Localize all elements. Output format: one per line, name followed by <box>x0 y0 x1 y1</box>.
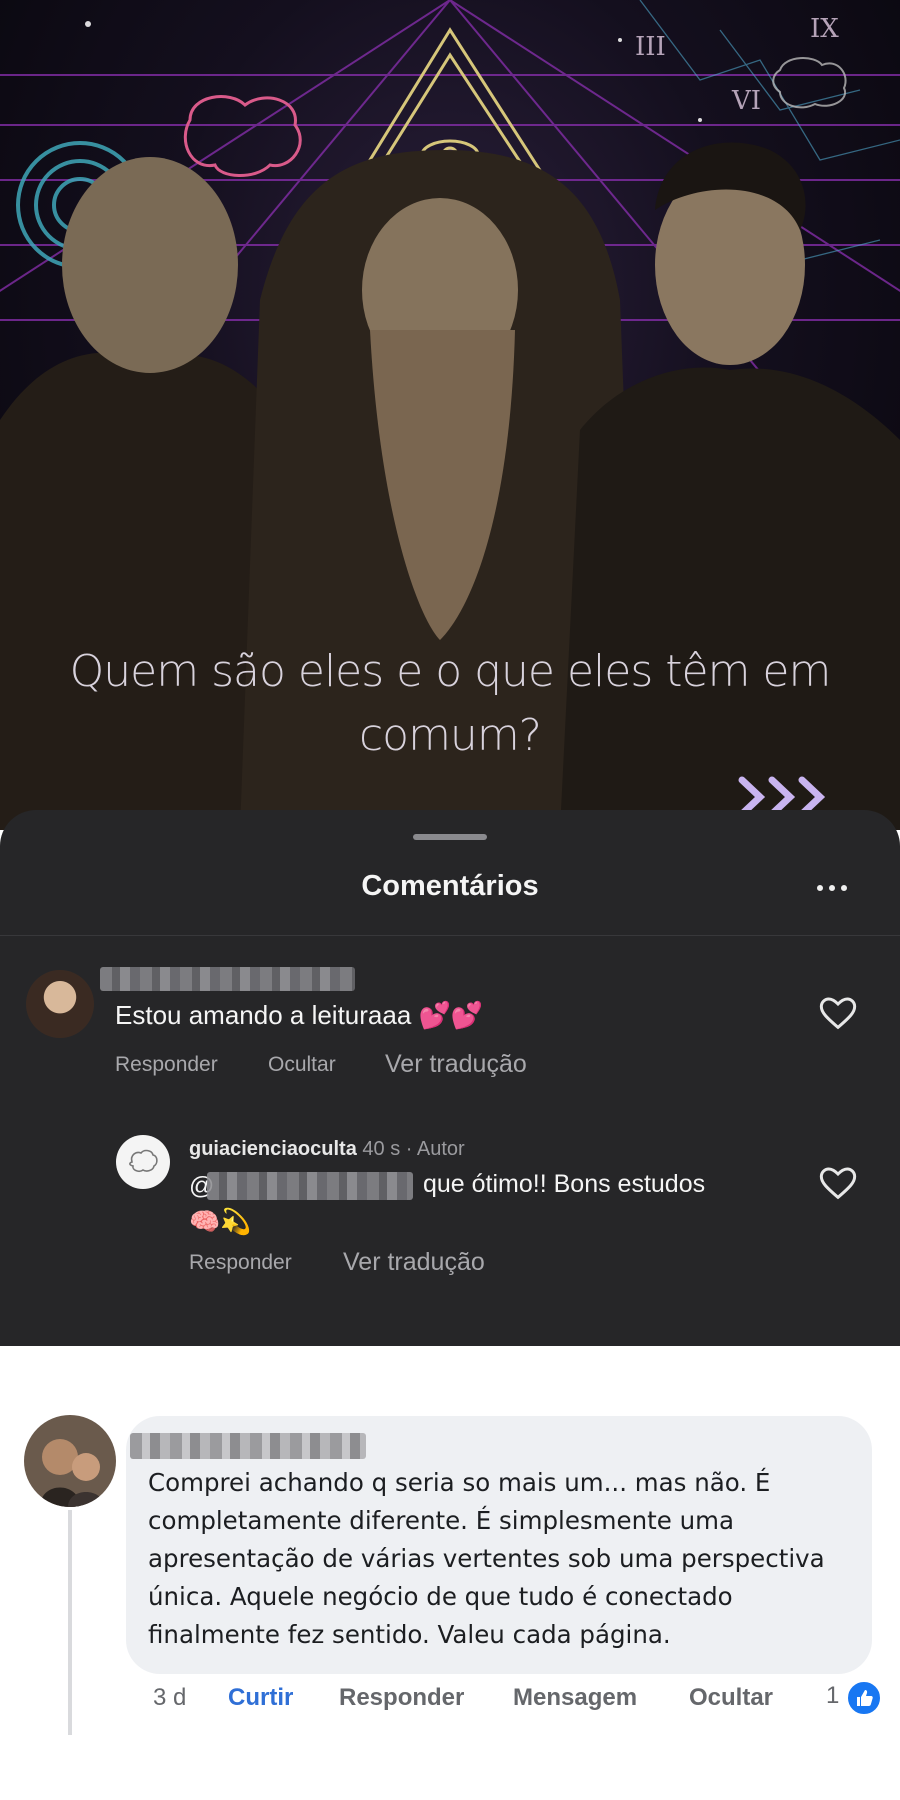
reply-username: guiacienciaoculta 40 s · Autor <box>189 1138 465 1161</box>
comments-sheet: Comentários Estou amando a leituraaa 💕💕 … <box>0 810 900 1346</box>
divider <box>0 935 900 936</box>
translate-button[interactable]: Ver tradução <box>343 1248 485 1277</box>
numeral-label: VI <box>732 86 762 116</box>
blurred-mention[interactable] <box>207 1172 413 1200</box>
brain-icon <box>129 1149 158 1173</box>
avatar-photo <box>24 1415 116 1507</box>
blurred-commenter-name[interactable] <box>130 1433 366 1459</box>
thread-line <box>68 1510 72 1735</box>
like-button[interactable]: Curtir <box>228 1684 293 1712</box>
numeral-label: IX <box>810 14 839 44</box>
timestamp: 3 d <box>153 1684 187 1711</box>
like-heart-icon[interactable] <box>818 1164 858 1204</box>
hide-button[interactable]: Ocultar <box>268 1053 336 1077</box>
reply-button[interactable]: Responder <box>189 1251 292 1275</box>
translate-button[interactable]: Ver tradução <box>385 1050 527 1079</box>
post-image: III IX VI Quem são eles e o que eles têm… <box>0 0 900 830</box>
numeral-label: III <box>635 32 666 62</box>
author-username[interactable]: guiacienciaoculta <box>189 1138 357 1160</box>
like-heart-icon[interactable] <box>818 994 858 1034</box>
thumbs-up-icon <box>857 1690 873 1706</box>
sheet-title: Comentários <box>361 870 539 902</box>
reply-button[interactable]: Responder <box>115 1053 218 1077</box>
comment-text: Comprei achando q seria so mais um... ma… <box>148 1468 825 1649</box>
dot-icon <box>817 885 823 891</box>
reaction-count[interactable]: 1 <box>826 1682 839 1710</box>
author-avatar[interactable] <box>116 1135 170 1189</box>
dot-icon <box>829 885 835 891</box>
more-options-button[interactable] <box>810 874 854 902</box>
reply-emoji: 🧠💫 <box>189 1208 252 1236</box>
reply-button[interactable]: Responder <box>339 1684 464 1712</box>
blurred-username <box>100 967 355 991</box>
message-button[interactable]: Mensagem <box>513 1684 637 1712</box>
avatar[interactable] <box>26 970 94 1038</box>
hide-button[interactable]: Ocultar <box>689 1684 773 1712</box>
like-reaction-icon[interactable] <box>846 1680 882 1716</box>
sheet-drag-handle[interactable] <box>413 834 487 840</box>
comment-time: 3 d <box>153 1684 186 1712</box>
commenter-avatar[interactable] <box>24 1415 116 1507</box>
dot-icon <box>841 885 847 891</box>
reply-meta: 40 s · Autor <box>362 1138 465 1160</box>
reply-text: que ótimo!! Bons estudos <box>423 1170 706 1198</box>
post-caption: Quem são eles e o que eles têm em comum? <box>69 646 832 761</box>
comment-text: Estou amando a leituraaa 💕💕 <box>115 1000 484 1030</box>
